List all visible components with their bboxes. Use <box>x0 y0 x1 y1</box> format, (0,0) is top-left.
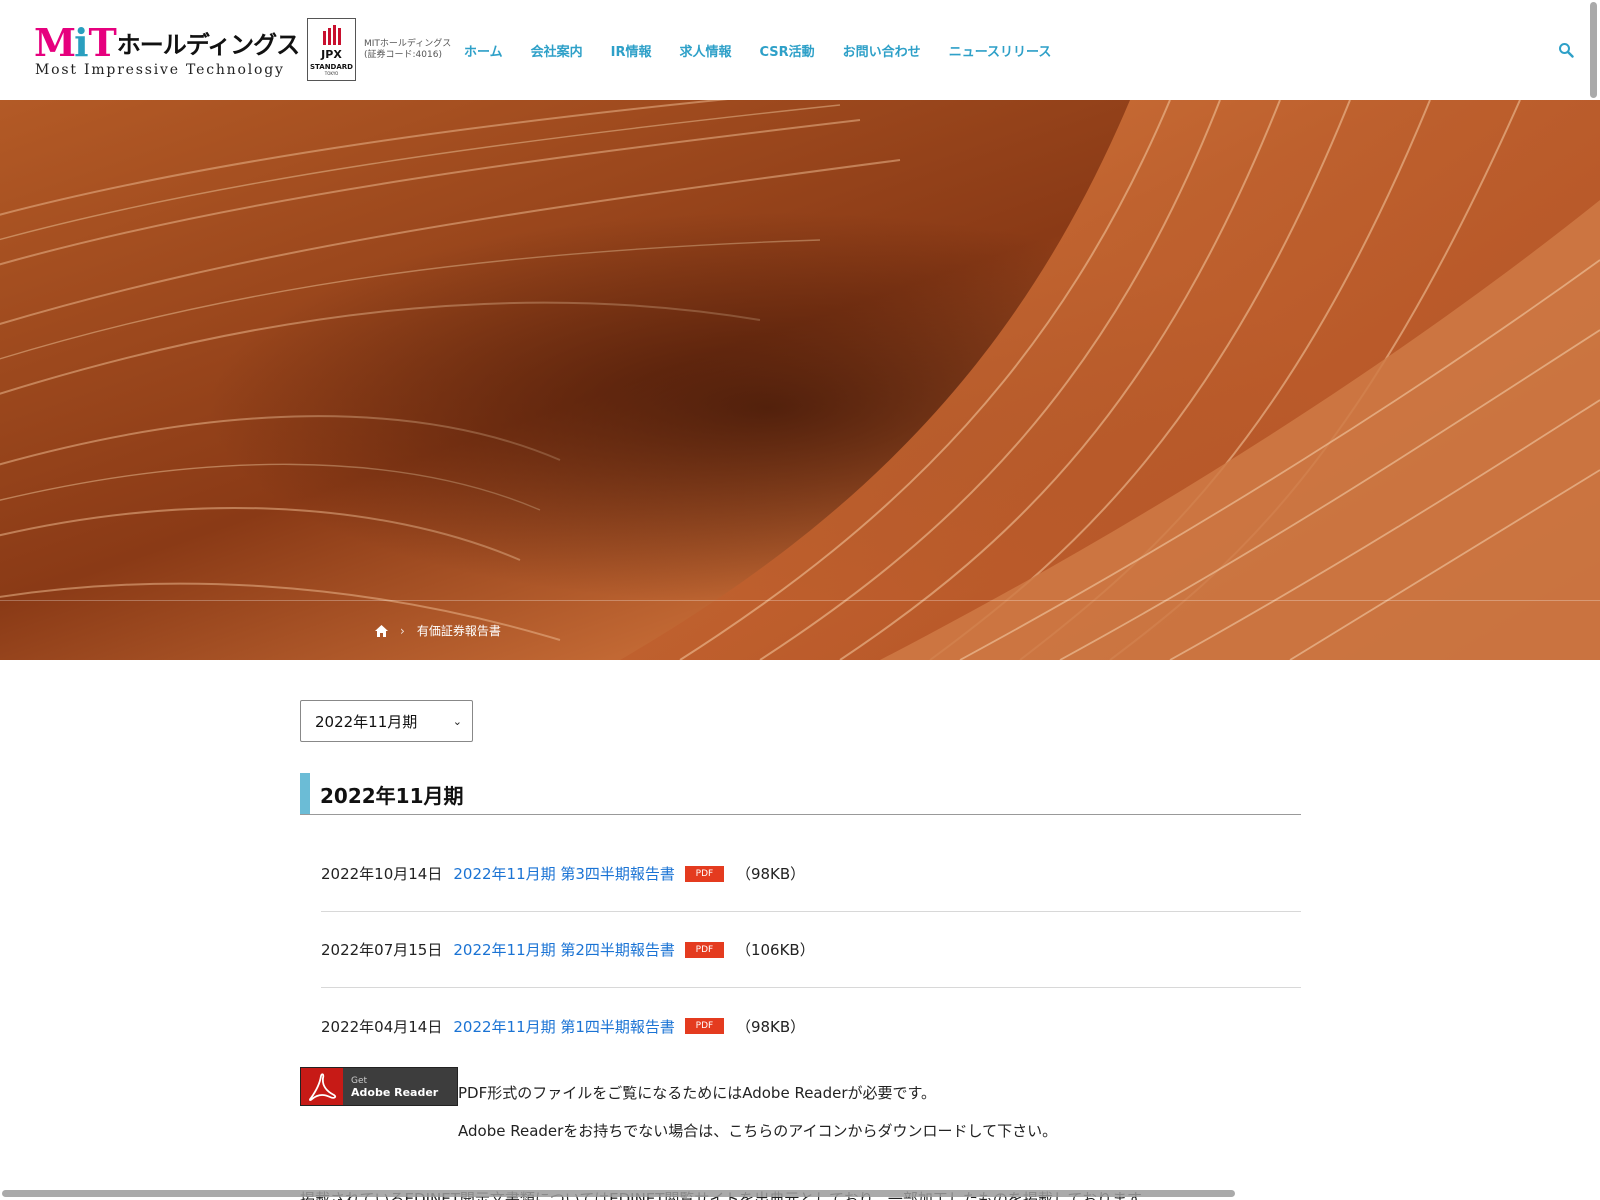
breadcrumb-current: 有価証券報告書 <box>416 624 501 638</box>
period-select[interactable]: 2022年11月期 ⌄ <box>300 700 473 742</box>
hero-banner: › 有価証券報告書 <box>0 100 1600 660</box>
jpx-market: STANDARD <box>310 63 353 71</box>
adobe-button-text: Get Adobe Reader <box>351 1075 438 1099</box>
get-adobe-reader-button[interactable]: Get Adobe Reader <box>300 1067 458 1106</box>
pdf-badge: PDF <box>684 941 724 958</box>
adobe-reader-icon <box>301 1068 343 1105</box>
breadcrumb-separator: › <box>400 623 405 638</box>
horizontal-scrollbar[interactable] <box>2 1190 1235 1197</box>
logo-tagline: Most Impressive Technology <box>35 62 285 78</box>
adobe-note-line1: PDF形式のファイルをご覧になるためにはAdobe Readerが必要です。 <box>458 1084 937 1102</box>
report-date: 2022年07月15日 <box>321 941 443 959</box>
nav-csr[interactable]: CSR活動 <box>760 41 815 60</box>
adobe-name-label: Adobe Reader <box>351 1085 439 1099</box>
report-date: 2022年04月14日 <box>321 1017 443 1036</box>
report-date: 2022年10月14日 <box>321 865 443 883</box>
nav-home[interactable]: ホーム <box>464 41 503 60</box>
report-link[interactable]: 2022年11月期 第3四半期報告書 <box>453 863 675 884</box>
jpx-standard-badge: JPX STANDARD TOKYO <box>307 18 356 81</box>
adobe-note-line2: Adobe Readerをお持ちでない場合は、こちらのアイコンからダウンロードし… <box>458 1122 1058 1140</box>
report-size: （98KB） <box>735 1017 806 1036</box>
securities-code-note: MITホールディングス (証券コード:4016) <box>364 39 451 61</box>
section-title: 2022年11月期 <box>320 784 464 808</box>
logo-letter-m: M <box>34 20 76 65</box>
jpx-logo-icon <box>308 25 355 45</box>
hero-divider <box>0 600 1600 601</box>
search-icon[interactable] <box>1558 42 1574 58</box>
main-nav: ホーム 会社案内 IR情報 求人情報 CSR活動 お問い合わせ ニュースリリース <box>464 41 1079 60</box>
home-icon[interactable] <box>375 624 388 637</box>
logo-letter-t: T <box>88 20 117 65</box>
hero-image <box>0 100 1600 660</box>
logo-wordmark: MiTホールディングス <box>34 20 300 65</box>
company-logo[interactable]: MiTホールディングス Most Impressive Technology <box>34 20 300 82</box>
pdf-badge: PDF <box>684 1018 724 1034</box>
vertical-scrollbar[interactable] <box>1590 2 1597 98</box>
heading-accent-bar <box>300 773 310 814</box>
report-row: 2022年10月14日 2022年11月期 第3四半期報告書 PDF （98KB… <box>321 836 1301 912</box>
pdf-badge: PDF <box>684 865 724 882</box>
nav-recruit[interactable]: 求人情報 <box>680 41 732 60</box>
adobe-get-label: Get <box>351 1075 368 1086</box>
report-size: （106KB） <box>735 941 815 959</box>
nav-ir[interactable]: IR情報 <box>611 41 652 60</box>
nav-news[interactable]: ニュースリリース <box>949 41 1052 60</box>
period-select-value: 2022年11月期 <box>315 712 418 731</box>
logo-letter-i: i <box>74 20 89 65</box>
report-list: 2022年10月14日 2022年11月期 第3四半期報告書 PDF （98KB… <box>321 836 1301 1064</box>
logo-kana: ホールディングス <box>116 31 300 59</box>
jpx-name: JPX <box>321 48 342 61</box>
nav-company[interactable]: 会社案内 <box>531 41 583 60</box>
breadcrumb: › 有価証券報告書 <box>375 622 501 639</box>
report-row: 2022年07月15日 2022年11月期 第2四半期報告書 PDF （106K… <box>321 912 1301 988</box>
report-link[interactable]: 2022年11月期 第1四半期報告書 <box>453 1016 675 1037</box>
report-size: （98KB） <box>735 865 806 883</box>
chevron-down-icon: ⌄ <box>452 714 462 728</box>
site-header: MiTホールディングス Most Impressive Technology J… <box>0 0 1600 100</box>
report-row: 2022年04月14日 2022年11月期 第1四半期報告書 PDF （98KB… <box>321 988 1301 1064</box>
adobe-note: PDF形式のファイルをご覧になるためにはAdobe Readerが必要です。 A… <box>458 1074 1057 1150</box>
nav-contact[interactable]: お問い合わせ <box>843 41 921 60</box>
report-link[interactable]: 2022年11月期 第2四半期報告書 <box>453 939 675 960</box>
company-note-code: (証券コード:4016) <box>364 50 442 60</box>
company-note-name: MITホールディングス <box>364 39 452 49</box>
section-heading: 2022年11月期 <box>300 773 1301 815</box>
jpx-city: TOKYO <box>324 71 339 76</box>
